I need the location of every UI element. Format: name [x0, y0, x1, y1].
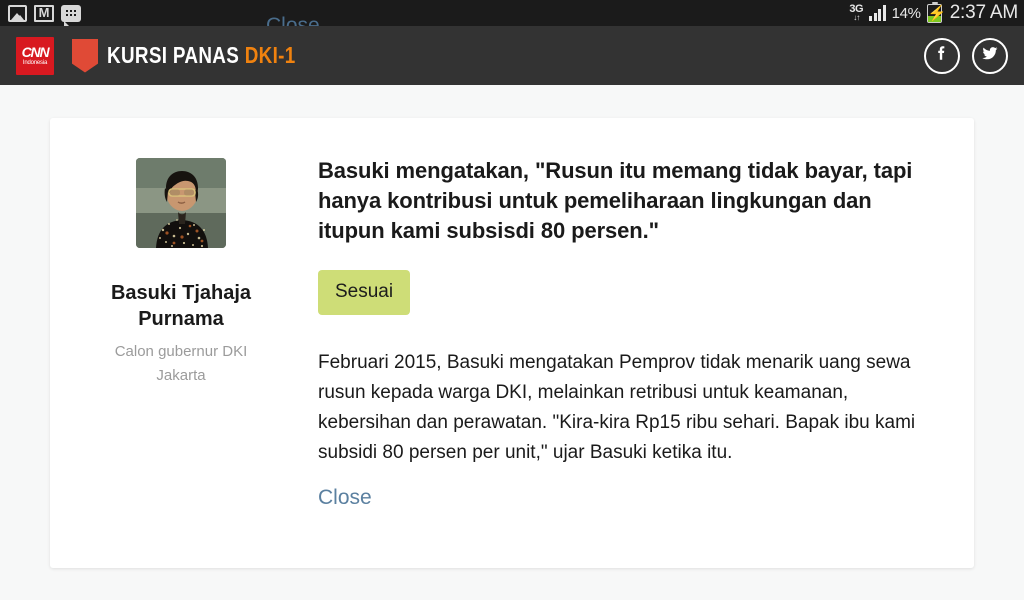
facebook-share-button[interactable]: [924, 37, 960, 74]
android-status-bar: M 3G ↓↑ 14% ⚡ 2:37 AM: [0, 0, 1024, 26]
close-link[interactable]: Close: [318, 486, 372, 510]
twitter-icon: [981, 44, 999, 67]
battery-percent-label: 14%: [891, 4, 921, 22]
brand-lockup[interactable]: KURSI PANAS DKI-1: [72, 38, 337, 73]
verdict-badge: Sesuai: [318, 270, 411, 315]
bbm-icon: [61, 4, 81, 26]
cnn-logo-word: CNN: [21, 43, 50, 60]
twitter-share-button[interactable]: [972, 37, 1008, 74]
person-name: Basuki Tjahaja Purnama: [110, 282, 252, 330]
social-buttons: [924, 37, 1008, 74]
claim-quote: Basuki mengatakan, "Rusun itu memang tid…: [318, 158, 913, 243]
chair-shield-icon: [72, 38, 98, 73]
clock-label: 2:37 AM: [949, 2, 1019, 23]
network-3g-icon: 3G ↓↑: [849, 4, 863, 22]
brand-title-accent: DKI-1: [244, 42, 296, 68]
cnn-indonesia-logo[interactable]: CNN Indonesia: [16, 36, 54, 75]
status-notification-icons: M: [8, 4, 81, 26]
cnn-logo-sub: Indonesia: [22, 59, 48, 66]
card-content: Basuki mengatakan, "Rusun itu memang tid…: [312, 156, 930, 568]
battery-charging-icon: ⚡: [926, 1, 947, 23]
facebook-icon: [933, 44, 951, 67]
avatar-portrait: [136, 158, 226, 248]
network-arrows: ↓↑: [853, 13, 860, 22]
brand-title: KURSI PANAS DKI-1: [107, 42, 296, 69]
status-system-icons: 3G ↓↑ 14% ⚡ 2:37 AM: [849, 1, 1019, 24]
photo-icon: [8, 4, 27, 22]
signal-bars-icon: [869, 5, 886, 21]
gmail-icon: M: [34, 4, 54, 22]
person-panel: Basuki Tjahaja Purnama Calon gubernur DK…: [50, 156, 312, 568]
avatar: [136, 158, 226, 248]
brand-title-main: KURSI PANAS: [107, 42, 240, 68]
fact-check-card: Basuki Tjahaja Purnama Calon gubernur DK…: [50, 118, 974, 568]
person-role: Calon gubernur DKI Jakarta: [114, 343, 248, 384]
explanation-text: Februari 2015, Basuki mengatakan Pemprov…: [318, 352, 916, 463]
site-header: CNN Indonesia KURSI PANAS DKI-1: [0, 26, 1024, 85]
